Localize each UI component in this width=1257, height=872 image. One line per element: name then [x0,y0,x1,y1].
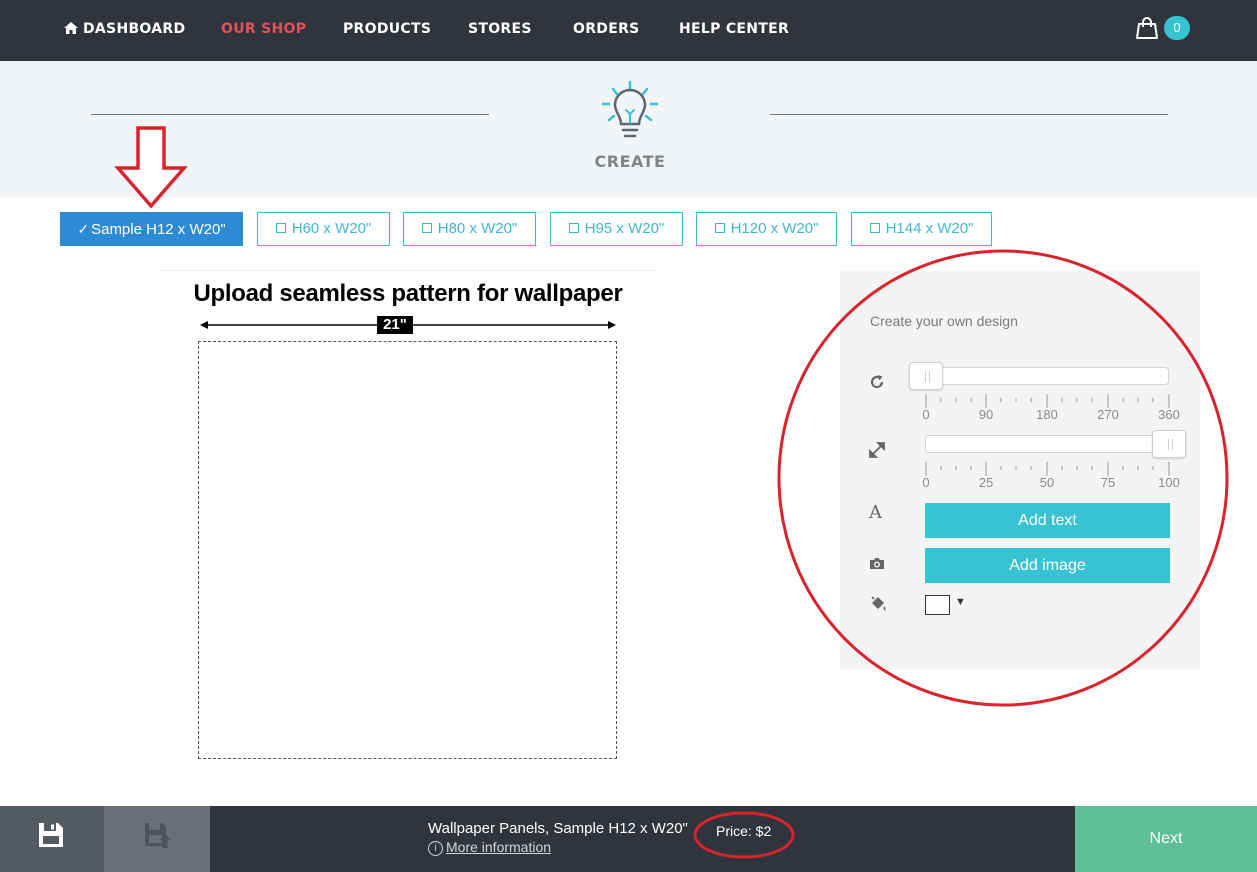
info-icon: i [428,841,443,856]
save-upload-icon [145,823,171,848]
more-information-label: More information [446,839,552,855]
cart-count-badge: 0 [1164,16,1190,40]
size-tab-label: H80 x W20" [437,220,518,237]
size-tab-h120[interactable]: H120 x W20" [696,212,837,246]
size-tab-h80[interactable]: H80 x W20" [403,212,536,246]
lightbulb-icon [601,80,659,138]
nav-item-our-shop[interactable]: OUR SHOP [221,20,306,38]
nav-item-products[interactable]: PRODUCTS [343,20,431,38]
canvas-title: Upload seamless pattern for wallpaper [193,280,623,307]
checkbox-icon [869,223,880,233]
annotation-circle-price [693,811,795,859]
home-icon [64,22,78,34]
size-tab-label: H60 x W20" [291,220,372,237]
nav-item-dashboard[interactable]: DASHBOARD [64,20,185,38]
size-tab-label: Sample H12 x W20" [91,221,226,238]
step-title: CREATE [594,152,666,171]
divider-left [91,114,489,115]
more-information-link[interactable]: i More information [428,839,551,856]
size-tab-h95[interactable]: H95 x W20" [550,212,683,246]
product-name: Wallpaper Panels, Sample H12 x W20" [428,820,688,837]
nav-item-stores[interactable]: STORES [468,20,532,38]
pattern-upload-area[interactable] [198,341,617,759]
checkbox-icon [275,223,286,233]
size-tab-label: H95 x W20" [584,220,665,237]
annotation-circle-panel [777,249,1229,707]
save-button[interactable] [0,806,104,872]
checkbox-icon [421,223,432,233]
width-label: 21" [377,316,413,334]
divider-right [770,114,1168,115]
size-tab-label: H144 x W20" [885,220,974,237]
size-tab-h60[interactable]: H60 x W20" [257,212,390,246]
checkmark-icon: ✓ [77,221,90,237]
nav-item-orders[interactable]: ORDERS [573,20,640,38]
nav-item-label: DASHBOARD [83,21,186,37]
size-tab-sample[interactable]: ✓ Sample H12 x W20" [60,212,243,246]
nav-item-help-center[interactable]: HELP CENTER [679,20,789,38]
save-icon [39,823,63,847]
checkbox-icon [714,223,725,233]
save-upload-button[interactable] [104,806,210,872]
size-tab-h144[interactable]: H144 x W20" [851,212,992,246]
shopping-bag-icon[interactable] [1135,16,1159,40]
checkbox-icon [568,223,579,233]
annotation-down-arrow [114,126,188,209]
canvas-divider [160,270,656,271]
size-tab-label: H120 x W20" [730,220,819,237]
next-button[interactable]: Next [1075,806,1257,872]
